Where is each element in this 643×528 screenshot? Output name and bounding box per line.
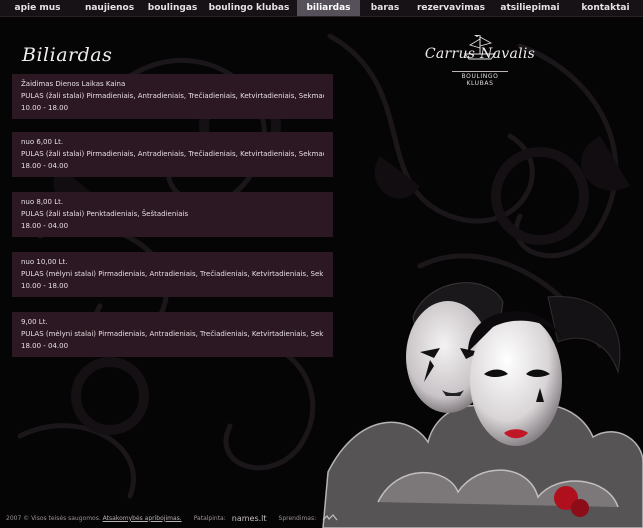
price-block: 9,00 Lt. PULAS (mėlyni stalai) Pirmadien…: [12, 312, 333, 357]
design-label: Sprendimas:: [278, 514, 317, 522]
price-block-line: nuo 8,00 Lt.: [21, 198, 64, 206]
nav-item-rezervavimas[interactable]: rezervavimas: [410, 0, 492, 16]
price-block-line: PULAS (žali stalai) Pirmadieniais, Antra…: [21, 92, 324, 100]
price-block-line: 18.00 - 04.00: [21, 342, 69, 350]
nav-item-biliardas[interactable]: biliardas: [297, 0, 360, 16]
price-block-line: 10.00 - 18.00: [21, 282, 69, 290]
designer-logo-icon[interactable]: [322, 514, 338, 522]
price-block-line: PULAS (žali stalai) Pirmadieniais, Antra…: [21, 150, 324, 158]
club-logo[interactable]: Carrus Navalis BOULINGO KLUBAS: [420, 34, 540, 87]
price-block-line: PULAS (mėlyni stalai) Pirmadieniais, Ant…: [21, 270, 324, 278]
carnival-masks-image: [322, 282, 643, 528]
price-block-line: 18.00 - 04.00: [21, 222, 69, 230]
price-block-line: Žaidimas Dienos Laikas Kaina: [21, 80, 126, 88]
nav-item-atsiliepimai[interactable]: atsiliepimai: [492, 0, 568, 16]
page-title: Biliardas: [22, 44, 113, 66]
price-block-line: nuo 6,00 Lt.: [21, 138, 64, 146]
footer: 2007 © Visos teisės saugomos. Atsakomybė…: [6, 513, 338, 523]
price-block-line: PULAS (mėlyni stalai) Pirmadieniais, Ant…: [21, 330, 324, 338]
nav-item-baras[interactable]: baras: [360, 0, 410, 16]
host-label: Patalpinta:: [193, 514, 226, 522]
price-block-line: PULAS (žali stalai) Penktadieniais, Šešt…: [21, 210, 189, 218]
policy-link[interactable]: Atsakomybės apribojimas.: [103, 515, 182, 522]
nav-item-apie-mus[interactable]: apie mus: [0, 0, 75, 16]
price-block: nuo 6,00 Lt. PULAS (žali stalai) Pirmadi…: [12, 132, 333, 177]
price-block-line: 18.00 - 04.00: [21, 162, 69, 170]
price-block: nuo 10,00 Lt. PULAS (mėlyni stalai) Pirm…: [12, 252, 333, 297]
nav-item-boulingas[interactable]: boulingas: [144, 0, 201, 16]
logo-name: Carrus Navalis: [424, 46, 536, 62]
logo-subtitle: BOULINGO KLUBAS: [452, 71, 508, 87]
nav-item-naujienos[interactable]: naujienos: [75, 0, 144, 16]
top-navigation: apie mus naujienos boulingas boulingo kl…: [0, 0, 643, 17]
price-block: Žaidimas Dienos Laikas Kaina PULAS (žali…: [12, 74, 333, 119]
price-block-line: 10.00 - 18.00: [21, 104, 69, 112]
nav-item-kontaktai[interactable]: kontaktai: [568, 0, 643, 16]
price-block-line: 9,00 Lt.: [21, 318, 48, 326]
price-block-line: nuo 10,00 Lt.: [21, 258, 68, 266]
copyright-text: 2007 © Visos teisės saugomos.: [6, 514, 101, 522]
price-block: nuo 8,00 Lt. PULAS (žali stalai) Penktad…: [12, 192, 333, 237]
nav-item-boulingo-klubas[interactable]: boulingo klubas: [201, 0, 297, 16]
host-name[interactable]: names.lt: [232, 514, 267, 523]
